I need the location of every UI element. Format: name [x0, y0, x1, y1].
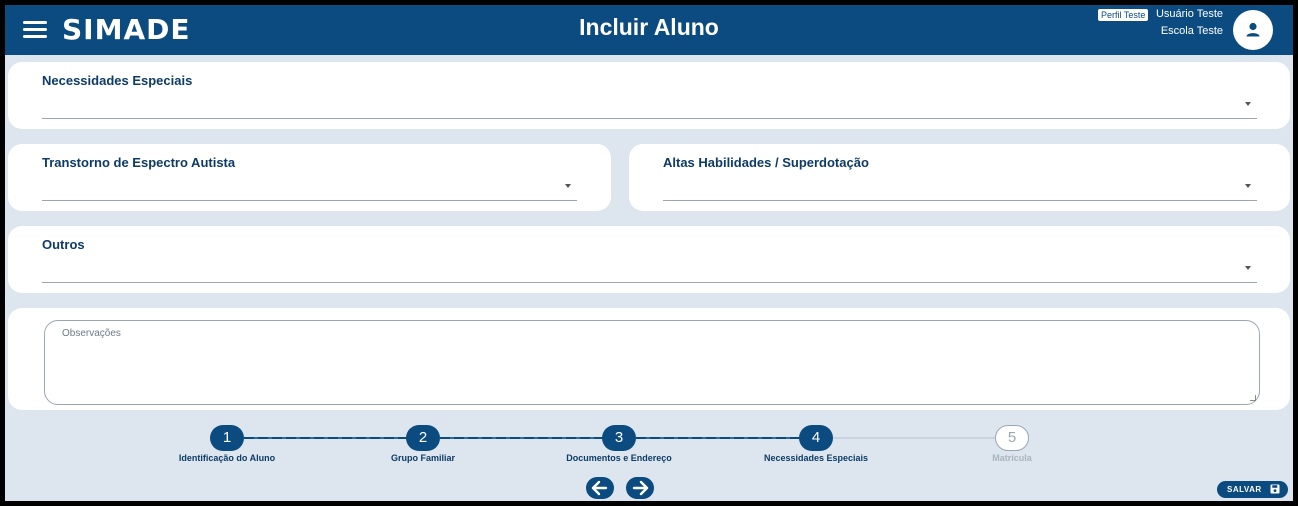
step-1-circle[interactable]: 1: [210, 425, 244, 451]
top-bar: SIMADE Incluir Aluno Perfil Teste Usuári…: [5, 5, 1293, 55]
chevron-down-icon: [565, 184, 571, 188]
observations-textarea[interactable]: Observações: [44, 320, 1260, 405]
avatar-button[interactable]: [1233, 10, 1273, 50]
giftedness-select[interactable]: [663, 174, 1257, 202]
resize-handle-icon[interactable]: [1250, 395, 1256, 401]
step-4-label: Necessidades Especiais: [763, 453, 869, 463]
step-2-circle[interactable]: 2: [406, 425, 440, 451]
step-2-label: Grupo Familiar: [390, 453, 455, 463]
step-connector: [244, 437, 407, 439]
user-icon: [1246, 22, 1260, 37]
autism-card: Transtorno de Espectro Autista: [8, 144, 611, 211]
step-connector: [636, 437, 800, 439]
chevron-down-icon: [1245, 266, 1251, 270]
others-underline: [42, 282, 1257, 283]
step-3-label: Documentos e Endereço: [566, 453, 672, 463]
chevron-down-icon: [1245, 102, 1251, 106]
autism-select[interactable]: [42, 174, 577, 202]
user-name: Usuário Teste: [1155, 8, 1223, 20]
save-button-label: SALVAR: [1227, 485, 1262, 494]
school-name: Escola Teste: [1160, 25, 1223, 37]
step-4-circle[interactable]: 4: [799, 425, 833, 451]
giftedness-card: Altas Habilidades / Superdotação: [629, 144, 1290, 211]
arrow-right-icon: [632, 480, 649, 496]
app-frame: SIMADE Incluir Aluno Perfil Teste Usuári…: [5, 5, 1293, 501]
next-step-button[interactable]: [626, 477, 654, 499]
special-needs-label: Necessidades Especiais: [42, 73, 193, 88]
save-button[interactable]: SALVAR: [1217, 481, 1288, 498]
arrow-left-icon: [591, 480, 608, 496]
observations-placeholder: Observações: [62, 328, 121, 339]
autism-underline: [42, 200, 577, 201]
others-card: Outros: [8, 226, 1290, 293]
step-3-circle[interactable]: 3: [602, 425, 636, 451]
step-5-circle[interactable]: 5: [995, 425, 1029, 451]
profile-badge: Perfil Teste: [1098, 9, 1149, 21]
giftedness-underline: [663, 200, 1257, 201]
previous-step-button[interactable]: [586, 477, 614, 499]
floppy-disk-icon: [1270, 484, 1280, 494]
observations-card: Observações: [8, 308, 1290, 410]
step-1-label: Identificação do Aluno: [178, 453, 276, 463]
special-needs-select[interactable]: [42, 92, 1257, 120]
others-label: Outros: [42, 237, 85, 252]
special-needs-card: Necessidades Especiais: [8, 62, 1290, 129]
others-select[interactable]: [42, 256, 1257, 284]
special-needs-underline: [42, 118, 1257, 119]
autism-label: Transtorno de Espectro Autista: [42, 155, 236, 170]
step-5-label: Matrícula: [992, 453, 1032, 463]
step-connector: [833, 437, 996, 439]
giftedness-label: Altas Habilidades / Superdotação: [663, 155, 869, 170]
chevron-down-icon: [1245, 184, 1251, 188]
step-connector: [440, 437, 603, 439]
